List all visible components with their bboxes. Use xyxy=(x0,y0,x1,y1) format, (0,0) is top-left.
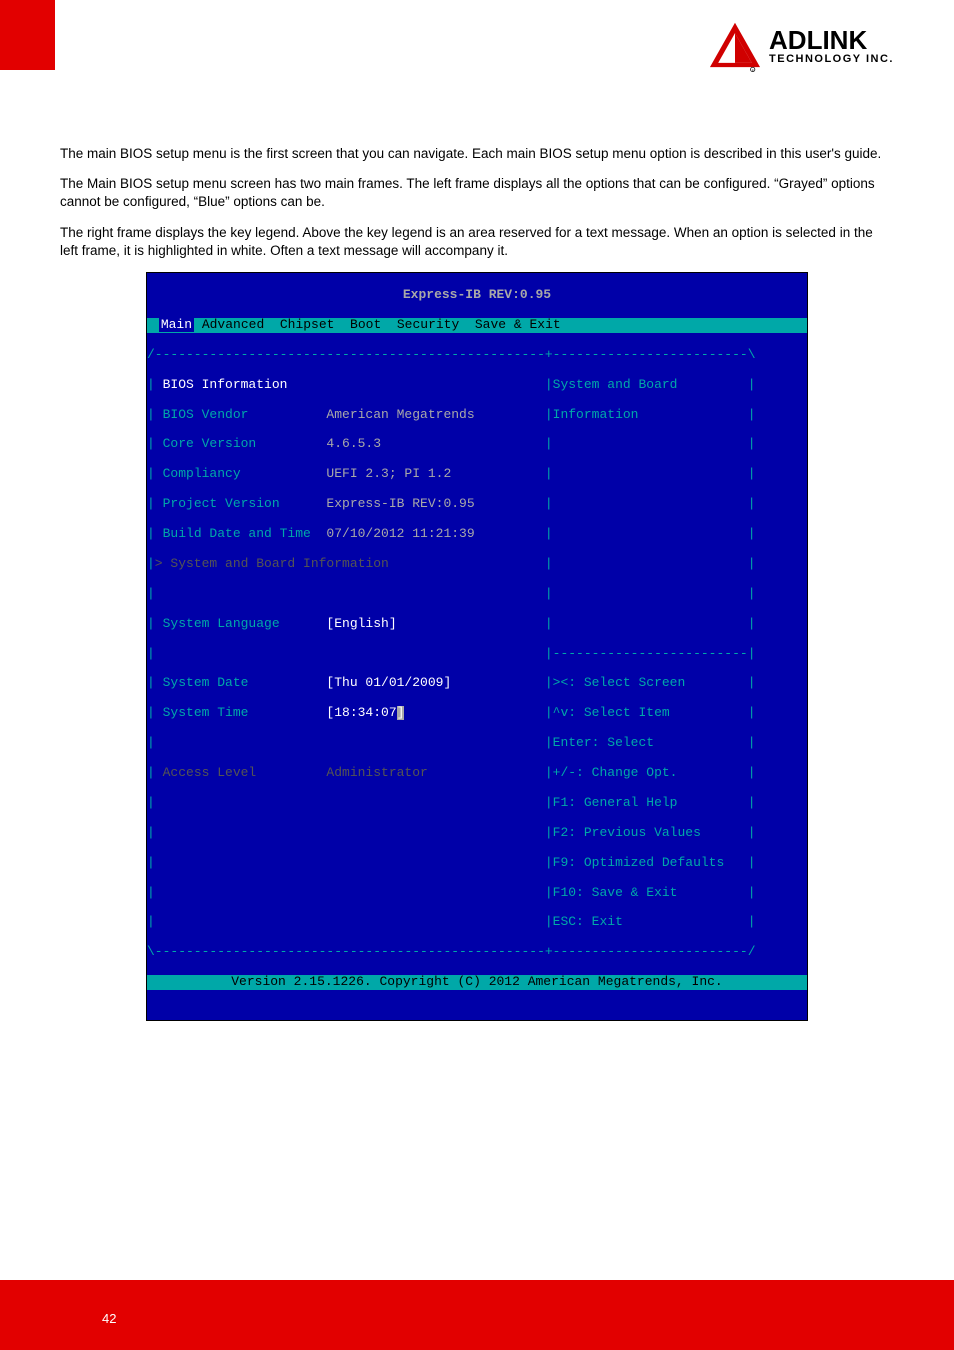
paragraph-2: The Main BIOS setup menu screen has two … xyxy=(60,175,894,211)
paragraph-3: The right frame displays the key legend.… xyxy=(60,224,894,260)
help-k3: Enter: Select xyxy=(553,736,654,750)
help-line-2: Information xyxy=(553,408,639,422)
core-label: Core Version xyxy=(163,437,327,452)
access-label: Access Level xyxy=(163,766,327,781)
bios-top-border: /---------------------------------------… xyxy=(147,348,807,363)
help-k6: F2: Previous Values xyxy=(553,826,701,840)
bios-title: Express-IB REV:0.95 xyxy=(147,288,807,303)
bios-footer: Version 2.15.1226. Copyright (C) 2012 Am… xyxy=(147,975,807,990)
lang-label: System Language xyxy=(163,617,327,632)
svg-text:R: R xyxy=(752,68,754,72)
lang-value: [English] xyxy=(326,617,396,631)
page-number: 42 xyxy=(102,1311,116,1326)
help-k7: F9: Optimized Defaults xyxy=(553,856,725,870)
adlink-triangle-icon: R xyxy=(707,20,763,74)
bios-section-header: BIOS Information xyxy=(163,378,288,392)
header-red-block xyxy=(0,0,55,70)
paragraph-1: The main BIOS setup menu is the first sc… xyxy=(60,145,894,163)
build-value: 07/10/2012 11:21:39 xyxy=(326,527,474,541)
adlink-logo: R ADLINK TECHNOLOGY INC. xyxy=(684,20,894,74)
bios-screenshot: Express-IB REV:0.95 Main Advanced Chipse… xyxy=(146,272,808,1021)
project-label: Project Version xyxy=(163,497,327,512)
time-label: System Time xyxy=(163,706,327,721)
vendor-label: BIOS Vendor xyxy=(163,408,327,423)
help-line-1: System and Board xyxy=(553,378,678,392)
help-k4: +/-: Change Opt. xyxy=(553,766,678,780)
compliancy-value: UEFI 2.3; PI 1.2 xyxy=(326,467,451,481)
time-value: [18:34:07] xyxy=(326,706,404,720)
bios-bottom-border: \---------------------------------------… xyxy=(147,945,807,960)
logo-sub-text: TECHNOLOGY INC. xyxy=(769,53,894,65)
project-value: Express-IB REV:0.95 xyxy=(326,497,474,511)
date-value: [Thu 01/01/2009] xyxy=(326,676,451,690)
access-value: Administrator xyxy=(326,766,427,780)
body-content: The main BIOS setup menu is the first sc… xyxy=(60,145,894,1021)
bios-menu-main: Main xyxy=(159,317,194,332)
page-footer-bar xyxy=(0,1280,954,1350)
vendor-value: American Megatrends xyxy=(326,408,474,422)
logo-main-text: ADLINK xyxy=(769,29,894,52)
help-k9: ESC: Exit xyxy=(553,915,623,929)
date-label: System Date xyxy=(163,676,327,691)
help-k1: ><: Select Screen xyxy=(553,676,686,690)
help-k5: F1: General Help xyxy=(553,796,678,810)
compliancy-label: Compliancy xyxy=(163,467,327,482)
build-label: Build Date and Time xyxy=(163,527,327,542)
submenu-item: > System and Board Information xyxy=(155,557,389,571)
help-k2: ^v: Select Item xyxy=(553,706,670,720)
core-value: 4.6.5.3 xyxy=(326,437,381,451)
cursor: ] xyxy=(397,706,405,720)
help-k8: F10: Save & Exit xyxy=(553,886,678,900)
bios-menu-rest: Advanced Chipset Boot Security Save & Ex… xyxy=(194,317,561,332)
bios-menu-bar: Main Advanced Chipset Boot Security Save… xyxy=(147,318,807,333)
